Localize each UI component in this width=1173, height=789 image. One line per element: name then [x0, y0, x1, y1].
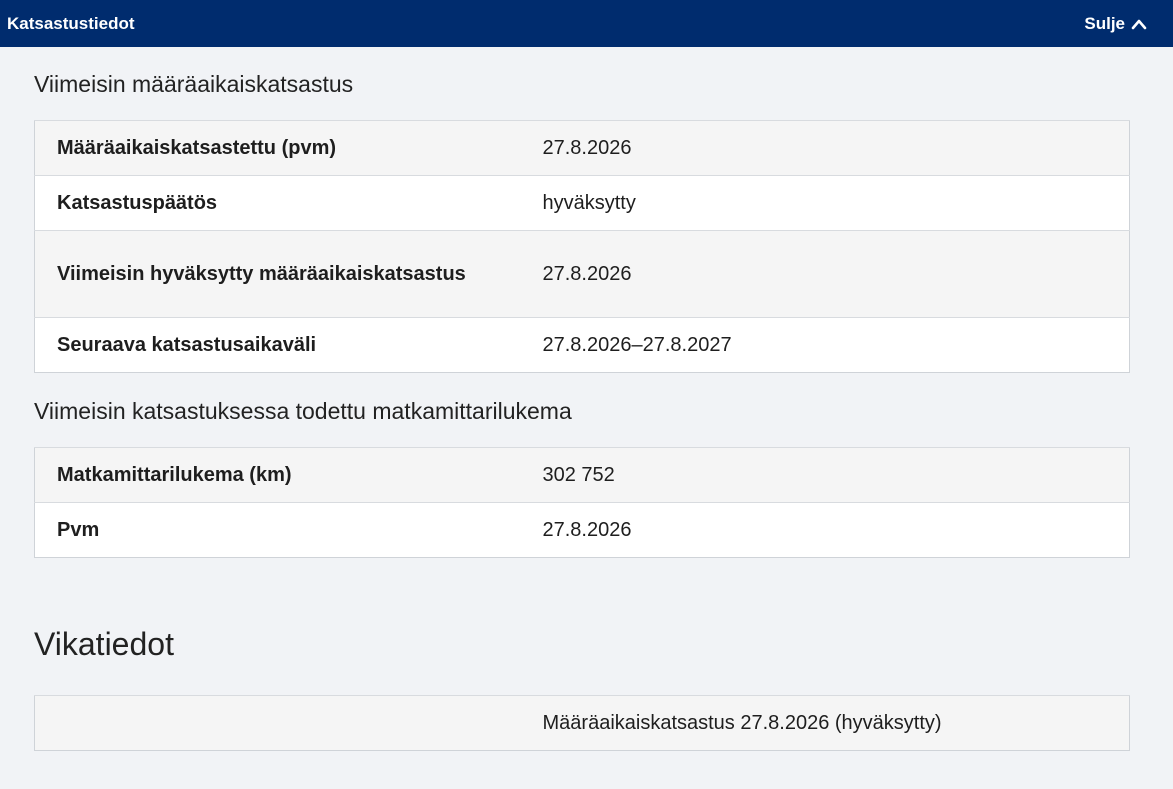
row-key: Matkamittarilukema (km) — [34, 447, 543, 503]
inspection-heading: Viimeisin määräaikaiskatsastus — [34, 71, 354, 97]
row-key: Seuraava katsastusaikaväli — [34, 317, 543, 373]
row-value: 302 752 — [542, 447, 1130, 503]
table-row: Katsastuspäätös hyväksytty — [34, 175, 1130, 231]
inspection-content: Viimeisin määräaikaiskatsastus Määräaika… — [0, 71, 1173, 751]
row-value: 27.8.2026 — [542, 502, 1130, 558]
row-key: Katsastuspäätös — [34, 175, 543, 231]
section-title: Katsastustiedot — [7, 13, 135, 33]
close-button[interactable]: Sulje — [1084, 14, 1147, 34]
row-key: Määräaikaiskatsastettu (pvm) — [34, 120, 543, 176]
row-key: Pvm — [34, 502, 543, 558]
row-value: 27.8.2026 — [542, 230, 1130, 318]
table-row: Määräaikaiskatsastus 27.8.2026 (hyväksyt… — [34, 695, 1130, 751]
row-value: Määräaikaiskatsastus 27.8.2026 (hyväksyt… — [542, 695, 1130, 751]
close-label: Sulje — [1084, 13, 1125, 33]
row-value: 27.8.2026–27.8.2027 — [542, 317, 1130, 373]
table-row: Seuraava katsastusaikaväli 27.8.2026–27.… — [34, 317, 1130, 373]
odometer-heading: Viimeisin katsastuksessa todettu matkami… — [34, 398, 572, 424]
chevron-up-icon — [1131, 19, 1147, 29]
row-key — [34, 695, 543, 751]
section-header: Katsastustiedot Sulje — [0, 0, 1173, 47]
row-value: 27.8.2026 — [542, 120, 1130, 176]
table-row: Pvm 27.8.2026 — [34, 502, 1130, 558]
defects-heading: Vikatiedot — [34, 626, 174, 662]
odometer-table: Matkamittarilukema (km) 302 752 Pvm 27.8… — [34, 447, 1130, 558]
table-row: Matkamittarilukema (km) 302 752 — [34, 447, 1130, 503]
row-key: Viimeisin hyväksytty määräaikaiskatsastu… — [34, 230, 543, 318]
table-row: Määräaikaiskatsastettu (pvm) 27.8.2026 — [34, 120, 1130, 176]
inspection-table: Määräaikaiskatsastettu (pvm) 27.8.2026 K… — [34, 120, 1130, 373]
row-value: hyväksytty — [542, 175, 1130, 231]
table-row: Viimeisin hyväksytty määräaikaiskatsastu… — [34, 230, 1130, 318]
defects-table: Määräaikaiskatsastus 27.8.2026 (hyväksyt… — [34, 695, 1130, 751]
